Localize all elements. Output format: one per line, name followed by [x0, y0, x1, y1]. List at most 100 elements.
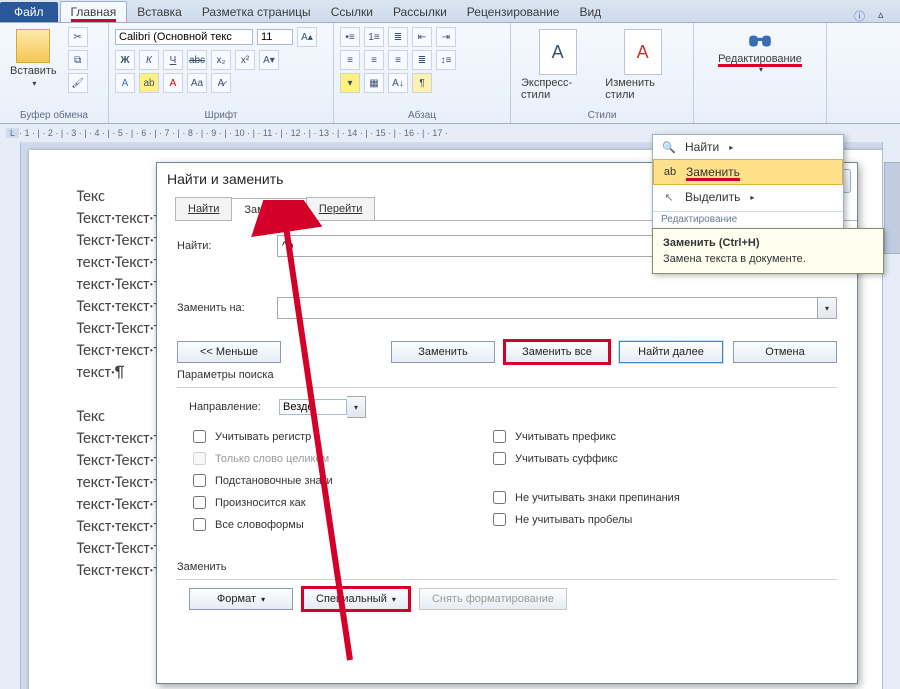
paste-button[interactable]: Вставить▾ — [6, 27, 61, 90]
change-styles-button[interactable]: A Изменить стили — [601, 27, 687, 103]
tab-home[interactable]: Главная — [60, 1, 128, 22]
cb-word-forms[interactable]: Все словоформы — [189, 515, 429, 534]
ribbon-tabs: Файл Главная Вставка Разметка страницы С… — [0, 0, 900, 23]
decrease-indent-button[interactable]: ⇤ — [412, 27, 432, 47]
change-case-button[interactable]: Aa — [187, 73, 207, 93]
paragraph-group-label: Абзац — [334, 110, 510, 121]
highlight-button[interactable]: ab — [139, 73, 159, 93]
editing-label: Редактирование — [718, 53, 802, 65]
superscript-button[interactable]: x² — [235, 50, 255, 70]
chevron-right-icon: ▸ — [729, 143, 733, 152]
cb-suffix[interactable]: Учитывать суффикс — [489, 449, 680, 468]
cb-prefix[interactable]: Учитывать префикс — [489, 427, 680, 446]
vertical-scrollbar[interactable] — [882, 142, 900, 689]
change-styles-label: Изменить стили — [605, 77, 683, 101]
text-effects-button[interactable]: A — [115, 73, 135, 93]
group-styles: A Экспресс-стили A Изменить стили Стили — [511, 23, 694, 123]
copy-button[interactable]: ⧉ — [68, 50, 88, 70]
cb-ignore-punct[interactable]: Не учитывать знаки препинания — [489, 488, 680, 507]
font-color-button[interactable]: A — [163, 73, 183, 93]
replace-all-button[interactable]: Заменить все — [505, 341, 609, 363]
tab-insert[interactable]: Вставка — [127, 2, 192, 22]
cb-sounds-like[interactable]: Произносится как — [189, 493, 429, 512]
line-spacing-button[interactable]: ↕≡ — [436, 50, 456, 70]
cb-wildcards[interactable]: Подстановочные знаки — [189, 471, 429, 490]
italic-button[interactable]: К — [139, 50, 159, 70]
dlgtab-find[interactable]: Найти — [175, 197, 232, 220]
cb-punct-label: Не учитывать знаки препинания — [515, 492, 680, 504]
bold-button[interactable]: Ж — [115, 50, 135, 70]
help-icon[interactable]: ⓘ — [854, 8, 868, 22]
cb-case[interactable]: Учитывать регистр — [189, 427, 429, 446]
format-button[interactable]: Формат ▾ — [189, 588, 293, 610]
align-center-button[interactable]: ≡ — [364, 50, 384, 70]
tab-home-label: Главная — [71, 5, 117, 22]
menu-replace[interactable]: ab Заменить — [653, 159, 843, 185]
editing-button[interactable]: Редактирование▾ — [700, 27, 820, 74]
tab-view[interactable]: Вид — [569, 2, 611, 22]
direction-dropdown[interactable]: ▾ — [347, 396, 366, 418]
borders-button[interactable]: ▦ — [364, 73, 384, 93]
replace-history-dropdown[interactable]: ▾ — [818, 297, 837, 319]
tooltip-title: Заменить (Ctrl+H) — [663, 237, 873, 249]
multilevel-button[interactable]: ≣ — [388, 27, 408, 47]
tab-refs[interactable]: Ссылки — [321, 2, 383, 22]
ruler-marks: · 1 · | · 2 · | · 3 · | · 4 · | · 5 · | … — [19, 128, 448, 138]
less-button[interactable]: << Меньше — [177, 341, 281, 363]
menu-replace-label: Заменить — [686, 165, 740, 179]
tab-layout[interactable]: Разметка страницы — [192, 2, 321, 22]
ribbon: Вставить▾ ✂ ⧉ 🖌 Буфер обмена A▴ Ж — [0, 23, 900, 124]
shrink-font-button[interactable]: A▾ — [259, 50, 279, 70]
tooltip-replace: Заменить (Ctrl+H) Замена текста в докуме… — [652, 228, 884, 274]
direction-select[interactable] — [279, 399, 347, 415]
clear-formatting-button[interactable]: A̷ — [211, 73, 231, 93]
numbering-button[interactable]: 1≡ — [364, 27, 384, 47]
cb-ignore-space[interactable]: Не учитывать пробелы — [489, 510, 680, 529]
scrollbar-thumb[interactable] — [884, 162, 900, 254]
special-button[interactable]: Специальный ▾ — [303, 588, 409, 610]
align-left-button[interactable]: ≡ — [340, 50, 360, 70]
replace-button[interactable]: Заменить — [391, 341, 495, 363]
bullets-button[interactable]: •≡ — [340, 27, 360, 47]
cb-wild-label: Подстановочные знаки — [215, 475, 333, 487]
tab-mail[interactable]: Рассылки — [383, 2, 457, 22]
font-size-select[interactable] — [257, 29, 293, 45]
vertical-ruler[interactable] — [0, 142, 21, 689]
binoculars-icon — [747, 27, 773, 53]
chevron-down-icon: ▾ — [32, 79, 36, 88]
tab-file[interactable]: Файл — [0, 2, 58, 22]
replace-input[interactable] — [277, 297, 818, 319]
menu-select-label: Выделить — [685, 190, 740, 204]
cb-prefix-label: Учитывать префикс — [515, 431, 616, 443]
tab-review[interactable]: Рецензирование — [457, 2, 570, 22]
replace-icon: ab — [662, 164, 678, 180]
sort-button[interactable]: A↓ — [388, 73, 408, 93]
clipboard-group-label: Буфер обмена — [0, 110, 108, 121]
cut-button[interactable]: ✂ — [68, 27, 88, 47]
show-marks-button[interactable]: ¶ — [412, 73, 432, 93]
minimize-ribbon-icon[interactable]: ▵ — [878, 8, 892, 22]
subscript-button[interactable]: x₂ — [211, 50, 231, 70]
clipboard-icon — [16, 29, 50, 63]
menu-find[interactable]: 🔍Найти ▸ — [653, 135, 843, 159]
dlgtab-replace[interactable]: Заменить — [231, 198, 306, 221]
menu-select[interactable]: ↖Выделить ▸ — [653, 185, 843, 209]
format-painter-button[interactable]: 🖌 — [68, 73, 88, 93]
align-right-button[interactable]: ≡ — [388, 50, 408, 70]
shading-button[interactable]: ▾ — [340, 73, 360, 93]
increase-indent-button[interactable]: ⇥ — [436, 27, 456, 47]
justify-button[interactable]: ≣ — [412, 50, 432, 70]
underline-button[interactable]: Ч — [163, 50, 183, 70]
strike-button[interactable]: abc — [187, 50, 207, 70]
quick-styles-label: Экспресс-стили — [521, 77, 597, 101]
font-name-select[interactable] — [115, 29, 253, 45]
dlgtab-goto[interactable]: Перейти — [306, 197, 376, 220]
find-next-button[interactable]: Найти далее — [619, 341, 723, 363]
cancel-button[interactable]: Отмена — [733, 341, 837, 363]
cb-whole-label: Только слово целиком — [215, 453, 329, 465]
grow-font-button[interactable]: A▴ — [297, 27, 317, 47]
cb-suffix-label: Учитывать суффикс — [515, 453, 618, 465]
menu-find-label: Найти — [685, 140, 719, 154]
cb-case-label: Учитывать регистр — [215, 431, 311, 443]
quick-styles-button[interactable]: A Экспресс-стили — [517, 27, 601, 103]
